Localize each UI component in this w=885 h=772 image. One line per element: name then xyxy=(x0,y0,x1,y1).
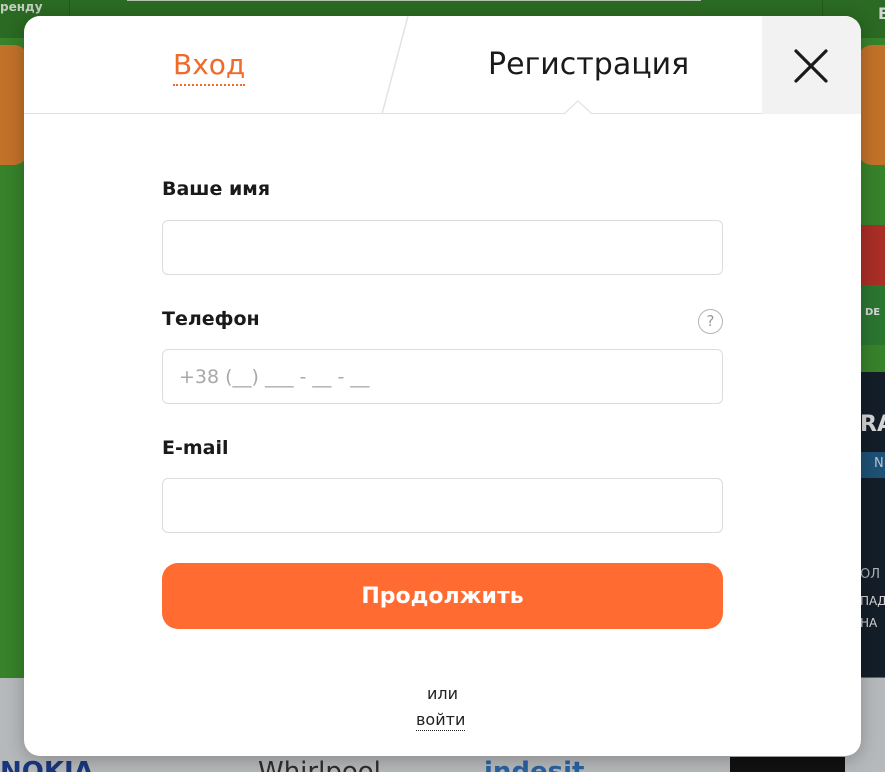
tab-login-label[interactable]: Вход xyxy=(173,48,246,86)
tab-register-label[interactable]: Регистрация xyxy=(488,46,689,84)
phone-label: Телефон xyxy=(162,308,260,330)
help-icon[interactable]: ? xyxy=(698,309,723,334)
tab-login[interactable]: Вход xyxy=(24,16,394,114)
email-label: E-mail xyxy=(162,437,229,459)
auth-modal: Вход Регистрация Ваше имя Телефон ? E-ma… xyxy=(24,16,861,756)
name-label: Ваше имя xyxy=(162,178,271,200)
login-link[interactable]: войти xyxy=(416,710,466,731)
auth-tabs: Вход Регистрация xyxy=(24,16,861,115)
close-button[interactable] xyxy=(762,16,861,114)
email-field[interactable] xyxy=(162,478,723,533)
continue-button[interactable]: Продолжить xyxy=(162,563,723,629)
or-text: или xyxy=(426,684,459,703)
close-icon[interactable] xyxy=(794,49,828,83)
active-tab-pointer xyxy=(564,100,592,115)
name-field[interactable] xyxy=(162,220,723,275)
phone-field[interactable] xyxy=(162,349,723,404)
